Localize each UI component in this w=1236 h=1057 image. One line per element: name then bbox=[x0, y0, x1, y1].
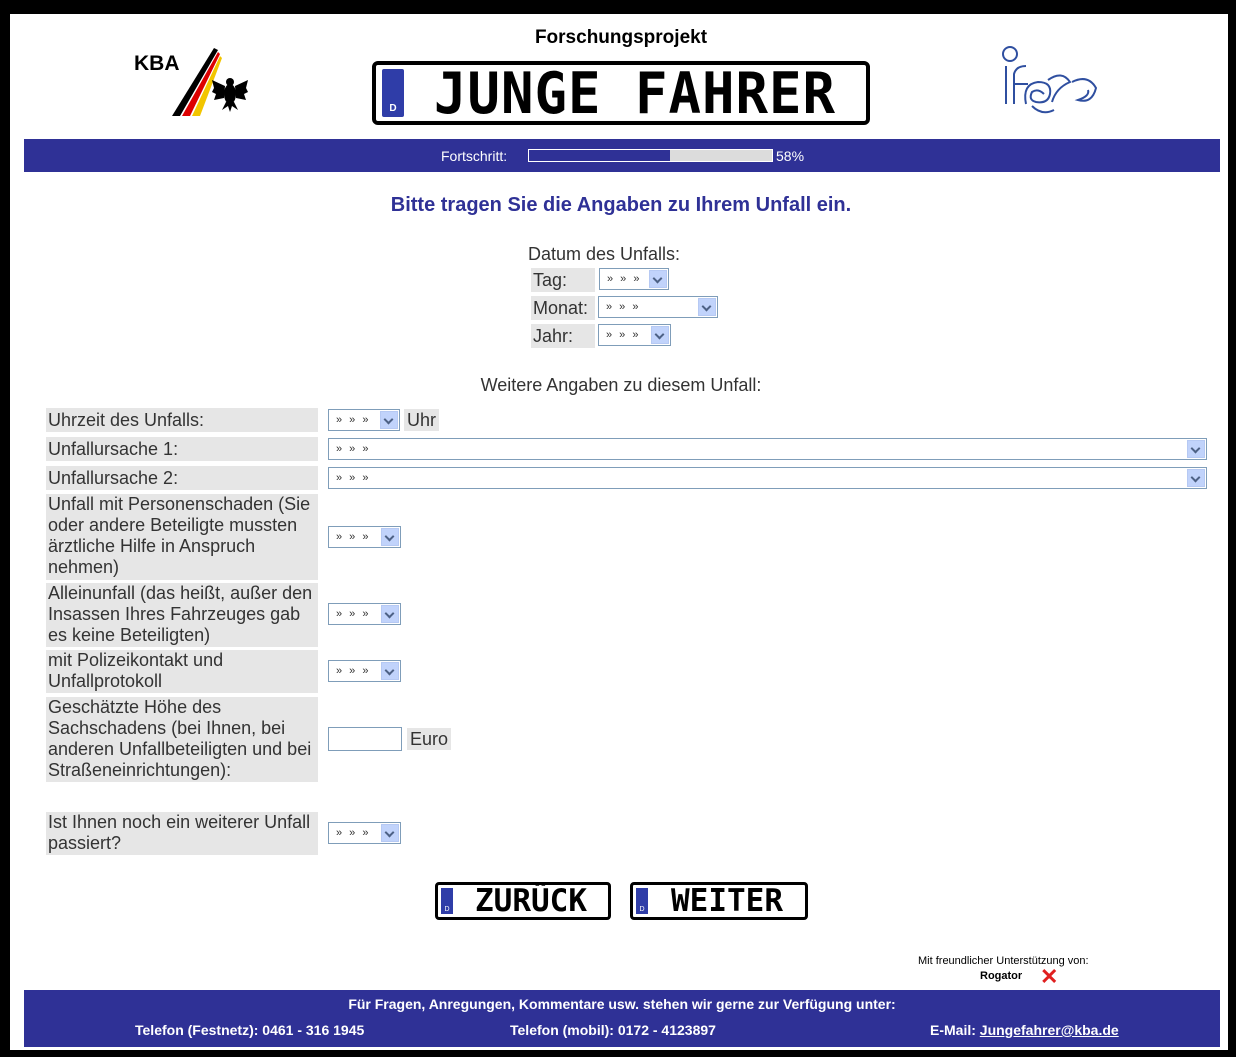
chevron-down-icon bbox=[381, 662, 399, 680]
chevron-down-icon bbox=[698, 298, 716, 316]
cause1-label: Unfallursache 1: bbox=[46, 437, 318, 461]
year-select[interactable]: » » » bbox=[598, 324, 671, 346]
page-frame: KBA Forschungsprojekt D JUNGE FAHRER For… bbox=[18, 22, 1224, 1047]
cause2-select[interactable]: » » » bbox=[328, 467, 1207, 489]
single-accident-select[interactable]: » » » bbox=[328, 603, 401, 625]
rogator-x-icon: ✕ bbox=[1040, 964, 1059, 989]
single-accident-label: Alleinunfall (das heißt, außer den Insas… bbox=[46, 583, 318, 647]
progress-percent: 58% bbox=[776, 148, 805, 164]
eu-flag-icon: D bbox=[441, 888, 453, 914]
chevron-down-icon bbox=[1187, 469, 1205, 487]
chevron-down-icon bbox=[381, 605, 399, 623]
progress-fill bbox=[529, 150, 670, 161]
day-select[interactable]: » » » bbox=[599, 268, 669, 290]
sponsor-text: Mit freundlicher Unterstützung von: bbox=[918, 955, 1089, 967]
injury-label: Unfall mit Personenschaden (Sie oder and… bbox=[46, 494, 318, 580]
footer-phone-mobile: Telefon (mobil): 0172 - 4123897 bbox=[510, 1022, 716, 1038]
footer-contact-intro: Für Fragen, Anregungen, Kommentare usw. … bbox=[348, 996, 896, 1012]
ifes-logo bbox=[1002, 46, 1098, 114]
time-unit: Uhr bbox=[404, 409, 440, 431]
time-label: Uhrzeit des Unfalls: bbox=[46, 408, 318, 432]
footer: Für Fragen, Anregungen, Kommentare usw. … bbox=[24, 990, 1220, 1047]
chevron-down-icon bbox=[381, 824, 399, 842]
rogator-logo: Rogator bbox=[980, 970, 1023, 982]
damage-input[interactable] bbox=[328, 727, 402, 751]
police-label: mit Polizeikontakt und Unfallprotokoll bbox=[46, 650, 318, 693]
footer-email-link[interactable]: Jungefahrer@kba.de bbox=[980, 1022, 1119, 1038]
eu-flag-icon: D bbox=[382, 69, 404, 117]
next-button[interactable]: D WEITER bbox=[630, 882, 808, 920]
chevron-down-icon bbox=[649, 270, 667, 288]
page-heading: Bitte tragen Sie die Angaben zu Ihrem Un… bbox=[390, 194, 852, 216]
injury-select[interactable]: » » » bbox=[328, 526, 401, 548]
month-label: Monat: bbox=[531, 296, 595, 320]
back-button-label: ZURÜCK bbox=[475, 883, 587, 919]
junge-fahrer-logo: D JUNGE FAHRER bbox=[372, 61, 870, 125]
another-accident-select[interactable]: » » » bbox=[328, 822, 401, 844]
progress-bar: Fortschritt: 58% bbox=[24, 139, 1220, 172]
footer-email: E-Mail: Jungefahrer@kba.de bbox=[930, 1022, 1119, 1038]
another-accident-label: Ist Ihnen noch ein weiterer Unfall passi… bbox=[46, 812, 318, 855]
year-label: Jahr: bbox=[531, 324, 595, 348]
eu-flag-icon: D bbox=[636, 888, 648, 914]
month-select[interactable]: » » » bbox=[598, 296, 718, 318]
footer-phone-landline: Telefon (Festnetz): 0461 - 316 1945 bbox=[135, 1022, 365, 1038]
progress-track bbox=[528, 149, 773, 162]
chevron-down-icon bbox=[1187, 440, 1205, 458]
progress-label: Fortschritt: bbox=[441, 148, 508, 164]
kba-logo bbox=[172, 48, 248, 116]
damage-unit: Euro bbox=[407, 728, 452, 750]
cause1-select[interactable]: » » » bbox=[328, 438, 1207, 460]
chevron-down-icon bbox=[651, 326, 669, 344]
logo-text: JUNGE FAHRER bbox=[433, 60, 837, 127]
chevron-down-icon bbox=[381, 528, 399, 546]
cause2-label: Unfallursache 2: bbox=[46, 466, 318, 490]
damage-label: Geschätzte Höhe des Sachschadens (bei Ih… bbox=[46, 697, 318, 782]
header: KBA Forschungsprojekt D JUNGE FAHRER bbox=[18, 22, 1224, 139]
time-select[interactable]: » » » bbox=[328, 409, 400, 431]
date-title: Datum des Unfalls: bbox=[528, 244, 681, 264]
next-button-label: WEITER bbox=[671, 883, 783, 919]
police-select[interactable]: » » » bbox=[328, 660, 401, 682]
chevron-down-icon bbox=[380, 411, 398, 429]
back-button[interactable]: D ZURÜCK bbox=[435, 882, 611, 920]
day-label: Tag: bbox=[531, 268, 595, 292]
more-info-title: Weitere Angaben zu diesem Unfall: bbox=[480, 375, 762, 395]
footer-email-label: E-Mail: bbox=[930, 1022, 980, 1038]
